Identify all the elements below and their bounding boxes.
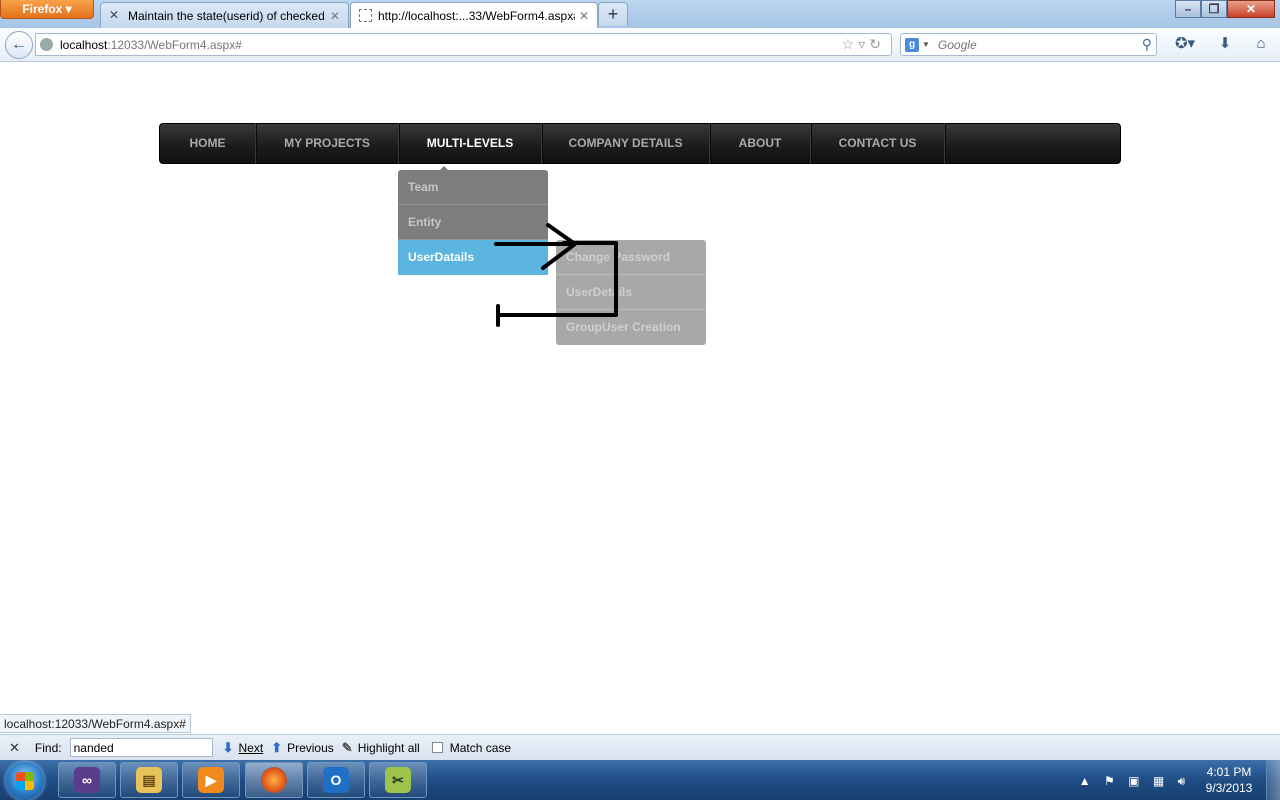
arrow-up-icon: ⬆ [271,739,283,755]
home-icon[interactable]: ⌂ [1248,34,1274,54]
subsubmenu-item-groupuser-creation[interactable]: GroupUser Creation [556,310,706,345]
match-case-label: Match case [449,740,512,755]
minimize-button[interactable]: – [1175,0,1201,18]
tab-title: http://localhost:...33/WebForm4.aspx# [378,8,575,23]
search-engine-dropdown-icon[interactable]: ▼ [922,40,930,49]
match-case-checkbox[interactable] [431,742,443,753]
status-url-popup: localhost:12033/WebForm4.aspx# [0,714,191,733]
taskbar-clock[interactable]: 4:01 PM 9/3/2013 [1196,764,1262,798]
media-player-icon: ▶ [198,767,224,793]
maximize-button[interactable]: ❐ [1201,0,1227,18]
menu-item-contact-us[interactable]: CONTACT US [811,123,945,164]
clock-time: 4:01 PM [1206,765,1252,779]
new-tab-button[interactable]: + [598,2,628,26]
menu-item-home[interactable]: HOME [160,123,256,164]
hand-drawn-annotation [494,223,618,327]
start-button[interactable] [6,762,44,800]
dropdown-arrow-icon[interactable]: ▿ [858,36,869,52]
bookmark-star-icon[interactable]: ☆ [842,36,859,52]
folder-icon: ▤ [136,767,162,793]
reload-icon[interactable]: ↻ [869,36,885,52]
firefox-menu-button[interactable]: Firefox ▾ [0,0,94,19]
tools-icon: ✂ [385,767,411,793]
menu-item-about[interactable]: ABOUT [710,123,811,164]
volume-icon[interactable]: 🔊︎ [1178,774,1186,789]
url-bar[interactable]: localhost:12033/WebForm4.aspx# ☆▿↻ [35,33,892,56]
highlight-all-button[interactable]: ✎ Highlight all [342,740,420,756]
search-bar[interactable]: g ▼ ⚲ [900,33,1157,56]
taskbar-firefox[interactable] [245,762,303,798]
url-host: localhost [60,37,108,52]
url-path: :12033/WebForm4.aspx# [107,37,242,52]
google-icon: g [905,37,919,52]
back-button[interactable]: ← [5,31,33,59]
menu-item-company-details[interactable]: COMPANY DETAILS [542,123,710,164]
clock-date: 9/3/2013 [1205,781,1253,795]
highlight-all-label: Highlight all [357,740,420,755]
network-icon[interactable]: ▦ [1153,774,1164,788]
search-icon[interactable]: ⚲ [1142,36,1152,53]
downloads-icon[interactable]: ⬇ [1212,34,1238,54]
taskbar-outlook[interactable]: O [307,762,365,798]
firefox-menu-label: Firefox [22,2,63,16]
tab-close-icon[interactable]: ✕ [330,9,340,23]
subsubmenu-item-change-password[interactable]: Change Password [556,240,706,275]
taskbar-explorer[interactable]: ▤ [120,762,178,798]
bookmarks-icon[interactable]: ✪▾ [1170,34,1200,54]
find-input[interactable] [69,738,213,757]
stackoverflow-favicon-icon: ✕ [109,8,120,22]
submenu-item-team[interactable]: Team [398,170,548,205]
system-tray: ▲ ⚑ ▣ ▦ 🔊︎ [1072,766,1192,796]
find-next-label: Next [238,740,264,755]
action-center-flag-icon[interactable]: ⚑ [1104,774,1115,788]
menu-item-my-projects[interactable]: MY PROJECTS [256,123,399,164]
menu-item-multi-levels[interactable]: MULTI-LEVELS [399,123,542,164]
submenu-item-entity[interactable]: Entity [398,205,548,240]
show-hidden-icons-icon[interactable]: ▲ [1079,774,1091,788]
tab-webform4[interactable]: http://localhost:...33/WebForm4.aspx# ✕ [350,2,598,28]
blank-page-favicon-icon [359,9,372,22]
taskbar-visual-studio[interactable]: ∞ [58,762,116,798]
find-previous-label: Previous [287,740,334,755]
new-tab-label: + [607,4,619,24]
arrow-down-icon: ⬇ [222,739,234,755]
close-window-button[interactable]: ✕ [1227,0,1275,18]
visual-studio-icon: ∞ [74,767,100,793]
taskbar-tools[interactable]: ✂ [369,762,427,798]
find-bar: ✕ Find: ⬇ Next ⬆ Previous ✎ Highlight all M… [0,734,1280,760]
taskbar-media-player[interactable]: ▶ [182,762,240,798]
find-label: Find: [34,740,62,755]
find-next-button[interactable]: ⬇ Next [223,740,264,756]
tab-close-icon[interactable]: ✕ [579,9,589,23]
show-desktop-button[interactable] [1266,760,1280,800]
close-find-bar-icon[interactable]: ✕ [9,740,20,756]
device-icon[interactable]: ▣ [1128,774,1139,788]
search-input[interactable] [935,36,1130,53]
highlighter-icon: ✎ [341,739,353,755]
firefox-icon [261,767,287,793]
globe-icon [40,38,53,51]
tab-maintain-state[interactable]: ✕ Maintain the state(userid) of checked.… [100,2,349,28]
outlook-icon: O [323,767,349,793]
submenu-item-userdatails[interactable]: UserDatails [398,240,548,275]
tab-title: Maintain the state(userid) of checked... [128,8,326,23]
subsubmenu-item-userdetails[interactable]: UserDetails [556,275,706,310]
find-previous-button[interactable]: ⬆ Previous [271,740,334,756]
windows-logo-icon [16,772,34,790]
back-arrow-icon: ← [11,36,27,53]
